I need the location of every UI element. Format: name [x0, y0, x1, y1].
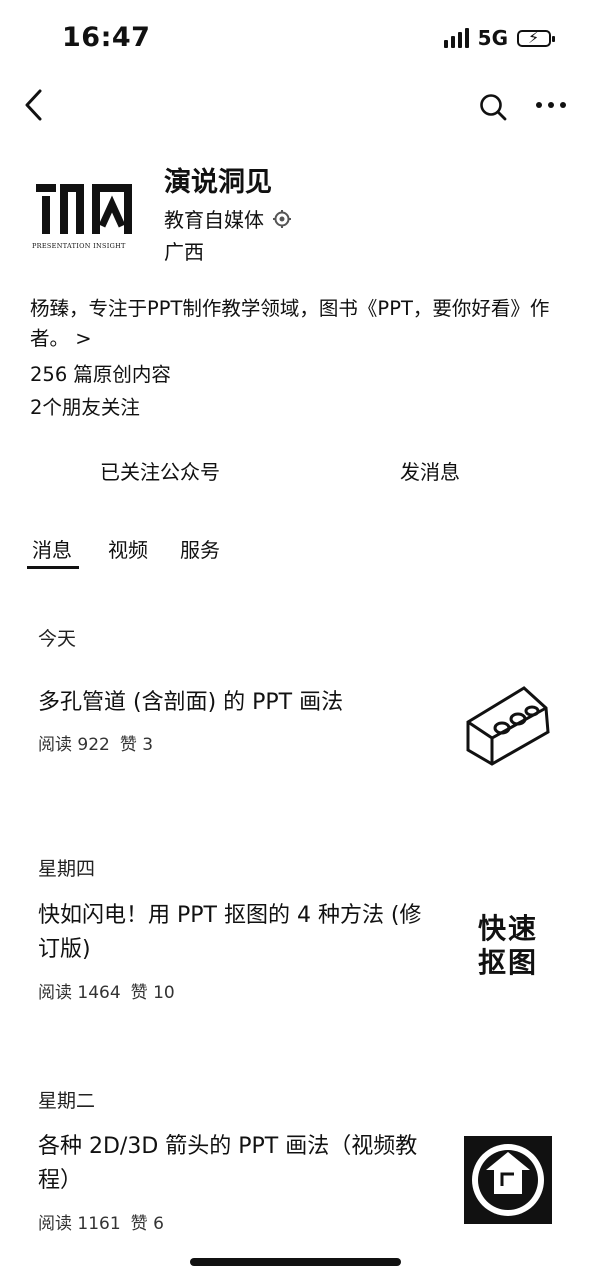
account-logo: PRESENTATION INSIGHT — [32, 180, 142, 250]
signal-icon — [443, 28, 469, 48]
article-title[interactable]: 快如闪电！用 PPT 抠图的 4 种方法 (修订版) — [38, 899, 433, 967]
read-count: 阅读 1464 — [38, 983, 121, 1003]
send-message-button[interactable]: 发消息 — [310, 456, 550, 485]
friends-following[interactable]: 2个朋友关注 — [30, 391, 140, 420]
like-count: 赞 6 — [130, 1214, 164, 1234]
day-label: 星期二 — [38, 1090, 96, 1112]
search-icon[interactable] — [478, 92, 508, 122]
day-label: 今天 — [38, 628, 77, 650]
chevron-left-icon[interactable] — [22, 88, 46, 122]
article-title[interactable]: 各种 2D/3D 箭头的 PPT 画法（视频教程） — [38, 1130, 433, 1198]
network-label: 5G — [477, 26, 508, 50]
logo-caption: PRESENTATION INSIGHT — [32, 242, 126, 250]
article-title[interactable]: 多孔管道 (含剖面) 的 PPT 画法 — [38, 686, 433, 720]
status-indicators: 5G ⚡ — [443, 26, 555, 50]
article-meta: 阅读 922 赞 3 — [38, 730, 153, 755]
account-type: 教育自媒体 — [164, 204, 292, 233]
status-time: 16:47 — [62, 22, 151, 53]
account-region: 广西 — [164, 240, 204, 264]
article-thumbnail[interactable] — [462, 1134, 554, 1226]
original-count[interactable]: 256 篇原创内容 — [30, 358, 171, 387]
read-count: 阅读 1161 — [38, 1214, 121, 1234]
read-count: 阅读 922 — [38, 735, 110, 755]
active-tab-indicator — [27, 566, 79, 569]
account-bio[interactable]: 杨臻，专注于PPT制作教学领域，图书《PPT，要你好看》作者。 > — [30, 294, 570, 354]
followed-button[interactable]: 已关注公众号 — [40, 456, 280, 485]
article-meta: 阅读 1161 赞 6 — [38, 1209, 164, 1234]
home-indicator[interactable] — [190, 1258, 401, 1266]
battery-charging-icon: ⚡ — [517, 28, 555, 47]
tab-messages[interactable]: 消息 — [32, 534, 72, 563]
day-label: 星期四 — [38, 858, 96, 880]
account-name: 演说洞见 — [164, 167, 272, 198]
more-icon[interactable] — [535, 97, 567, 113]
verified-icon — [273, 209, 291, 228]
article-meta: 阅读 1464 赞 10 — [38, 978, 175, 1003]
like-count: 赞 3 — [119, 735, 154, 755]
tab-services[interactable]: 服务 — [180, 534, 220, 563]
account-type-label: 教育自媒体 — [164, 208, 264, 232]
tab-videos[interactable]: 视频 — [108, 534, 148, 563]
article-thumbnail[interactable]: 快速抠图 — [466, 912, 550, 1004]
article-thumbnail[interactable] — [462, 680, 554, 772]
like-count: 赞 10 — [130, 983, 175, 1003]
